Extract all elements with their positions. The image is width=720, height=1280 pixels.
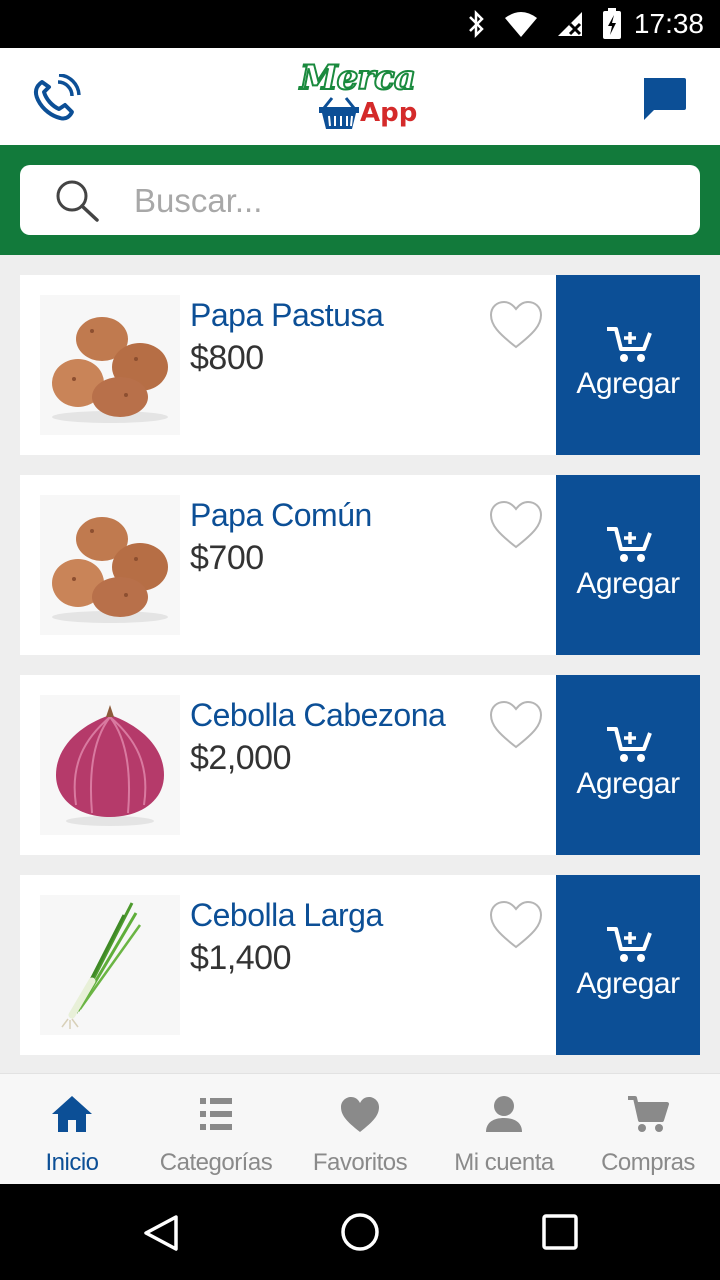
wifi-icon — [505, 12, 537, 37]
favorite-heart-icon[interactable] — [488, 299, 544, 351]
basket-icon — [319, 97, 359, 129]
product-price: $2,000 — [190, 739, 292, 777]
add-to-cart-button[interactable]: Agregar — [556, 675, 700, 855]
add-button-label: Agregar — [576, 567, 680, 600]
list-icon — [200, 1098, 232, 1130]
nav-item-categorias[interactable]: Categorías — [144, 1074, 288, 1185]
bluetooth-icon — [469, 9, 484, 39]
product-image-green-onion — [40, 895, 180, 1035]
favorite-heart-icon[interactable] — [488, 699, 544, 751]
add-cart-icon — [607, 927, 652, 962]
home-circle-icon[interactable] — [340, 1212, 380, 1252]
add-to-cart-button[interactable]: Agregar — [556, 275, 700, 455]
nav-label: Inicio — [45, 1149, 99, 1176]
chat-icon[interactable] — [640, 76, 688, 122]
heart-icon — [341, 1097, 379, 1132]
product-card: Cebolla Larga $1,400 Agregar — [20, 875, 700, 1055]
add-to-cart-button[interactable]: Agregar — [556, 875, 700, 1055]
product-name: Cebolla Cabezona — [190, 697, 446, 733]
add-cart-icon — [607, 527, 652, 562]
product-name: Papa Común — [190, 497, 372, 533]
product-image-red-onion — [40, 695, 180, 835]
product-image-potatoes — [40, 495, 180, 635]
add-button-label: Agregar — [576, 367, 680, 400]
signal-icon — [558, 12, 582, 36]
product-card: Cebolla Cabezona $2,000 Agregar — [20, 675, 700, 855]
nav-label: Categorías — [159, 1149, 273, 1176]
nav-item-mi-cuenta[interactable]: Mi cuenta — [432, 1074, 576, 1185]
product-card: Papa Común $700 Agregar — [20, 475, 700, 655]
product-price: $700 — [190, 539, 264, 577]
logo-merca-text: Merca — [299, 57, 417, 99]
product-name: Papa Pastusa — [190, 297, 384, 333]
product-name: Cebolla Larga — [190, 897, 383, 933]
add-cart-icon — [607, 727, 652, 762]
product-card: Papa Pastusa $800 Agregar — [20, 275, 700, 455]
logo-app-text: App — [360, 98, 418, 128]
add-button-label: Agregar — [576, 967, 680, 1000]
recents-icon[interactable] — [542, 1214, 578, 1250]
nav-label: Compras — [601, 1149, 695, 1176]
add-cart-icon — [607, 327, 652, 362]
search-input[interactable] — [132, 175, 676, 227]
cart-icon — [628, 1096, 669, 1132]
nav-label: Mi cuenta — [454, 1149, 554, 1176]
bottom-nav: Inicio Categorías Favoritos Mi cuenta Co… — [0, 1073, 720, 1185]
search-box — [20, 165, 700, 235]
favorite-heart-icon[interactable] — [488, 499, 544, 551]
user-icon — [486, 1096, 522, 1132]
home-icon — [52, 1096, 92, 1132]
favorite-heart-icon[interactable] — [488, 899, 544, 951]
app-bar: Merca App — [0, 48, 720, 145]
app-logo: Merca App — [296, 57, 422, 132]
phone-call-icon[interactable] — [30, 74, 82, 122]
product-price: $1,400 — [190, 939, 292, 977]
product-image-potatoes — [40, 295, 180, 435]
add-button-label: Agregar — [576, 767, 680, 800]
nav-item-compras[interactable]: Compras — [576, 1074, 720, 1185]
product-list: Papa Pastusa $800 Agregar Papa Común $70… — [20, 275, 700, 1075]
add-to-cart-button[interactable]: Agregar — [556, 475, 700, 655]
search-icon — [56, 180, 99, 222]
battery-icon — [603, 8, 621, 39]
status-icons — [466, 8, 622, 40]
system-nav-bar — [0, 1184, 720, 1280]
product-price: $800 — [190, 339, 264, 377]
nav-label: Favoritos — [312, 1149, 408, 1176]
nav-item-inicio[interactable]: Inicio — [0, 1074, 144, 1185]
status-bar: 17:38 — [0, 0, 720, 48]
search-band — [0, 145, 720, 255]
nav-item-favoritos[interactable]: Favoritos — [288, 1074, 432, 1185]
status-time: 17:38 — [633, 8, 704, 39]
back-icon[interactable] — [142, 1214, 180, 1252]
